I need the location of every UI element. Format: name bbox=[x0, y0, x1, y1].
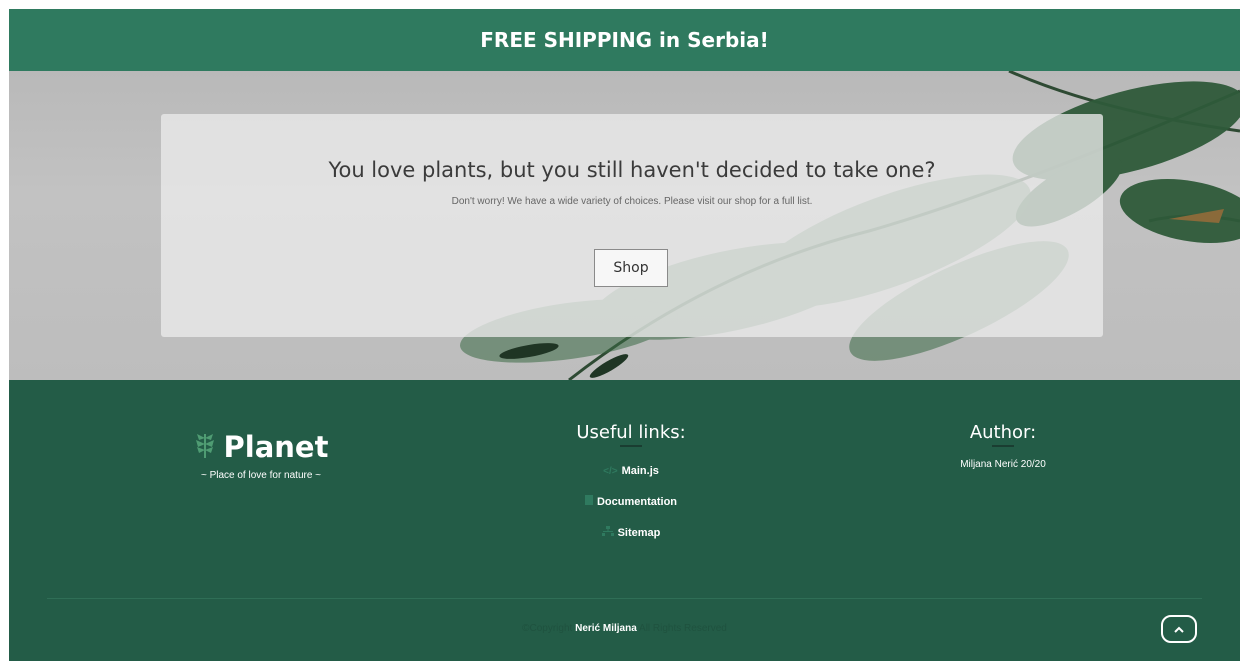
copyright-prefix: ©Copyright bbox=[522, 623, 573, 634]
copyright-name: Nerić Miljana bbox=[575, 623, 637, 634]
link-documentation[interactable]: Documentation bbox=[531, 495, 731, 508]
footer: Planet ~ Place of love for nature ~ Usef… bbox=[9, 380, 1240, 661]
hero-subtitle: Don't worry! We have a wide variety of c… bbox=[451, 196, 813, 207]
sitemap-icon bbox=[601, 526, 614, 539]
hero-title: You love plants, but you still haven't d… bbox=[328, 158, 936, 182]
shipping-banner: FREE SHIPPING in Serbia! bbox=[9, 9, 1240, 71]
back-to-top-button[interactable] bbox=[1161, 615, 1197, 643]
chevron-up-icon bbox=[1174, 620, 1184, 638]
document-icon bbox=[584, 495, 593, 508]
brand-name: Planet bbox=[223, 430, 329, 464]
author-section: Author: Miljana Nerić 20/20 bbox=[903, 422, 1103, 470]
shop-button[interactable]: Shop bbox=[594, 249, 668, 287]
heading-underline bbox=[992, 445, 1014, 447]
page: FREE SHIPPING in Serbia! You love plants… bbox=[9, 9, 1240, 661]
copyright: ©Copyright Nerić Miljana All Rights Rese… bbox=[9, 623, 1240, 634]
link-label: Main.js bbox=[621, 465, 659, 477]
brand-tagline: ~ Place of love for nature ~ bbox=[200, 470, 322, 481]
hero-section: You love plants, but you still haven't d… bbox=[9, 71, 1240, 380]
footer-divider bbox=[47, 598, 1202, 599]
code-icon: </> bbox=[603, 465, 618, 477]
author-heading: Author: bbox=[969, 422, 1037, 443]
useful-links: Useful links: </> Main.js Documentation … bbox=[531, 422, 731, 539]
useful-links-heading: Useful links: bbox=[576, 422, 686, 443]
link-label: Sitemap bbox=[617, 526, 661, 539]
copyright-suffix: All Rights Reserved bbox=[639, 623, 727, 634]
link-main-js[interactable]: </> Main.js bbox=[531, 465, 731, 477]
footer-brand: Planet ~ Place of love for nature ~ bbox=[161, 430, 361, 481]
link-sitemap[interactable]: Sitemap bbox=[531, 526, 731, 539]
leaf-icon bbox=[194, 432, 216, 463]
author-text: Miljana Nerić 20/20 bbox=[960, 459, 1046, 470]
hero-card: You love plants, but you still haven't d… bbox=[161, 114, 1103, 337]
heading-underline bbox=[620, 445, 642, 447]
link-label: Documentation bbox=[596, 495, 678, 508]
shipping-banner-text: FREE SHIPPING in Serbia! bbox=[480, 28, 769, 52]
